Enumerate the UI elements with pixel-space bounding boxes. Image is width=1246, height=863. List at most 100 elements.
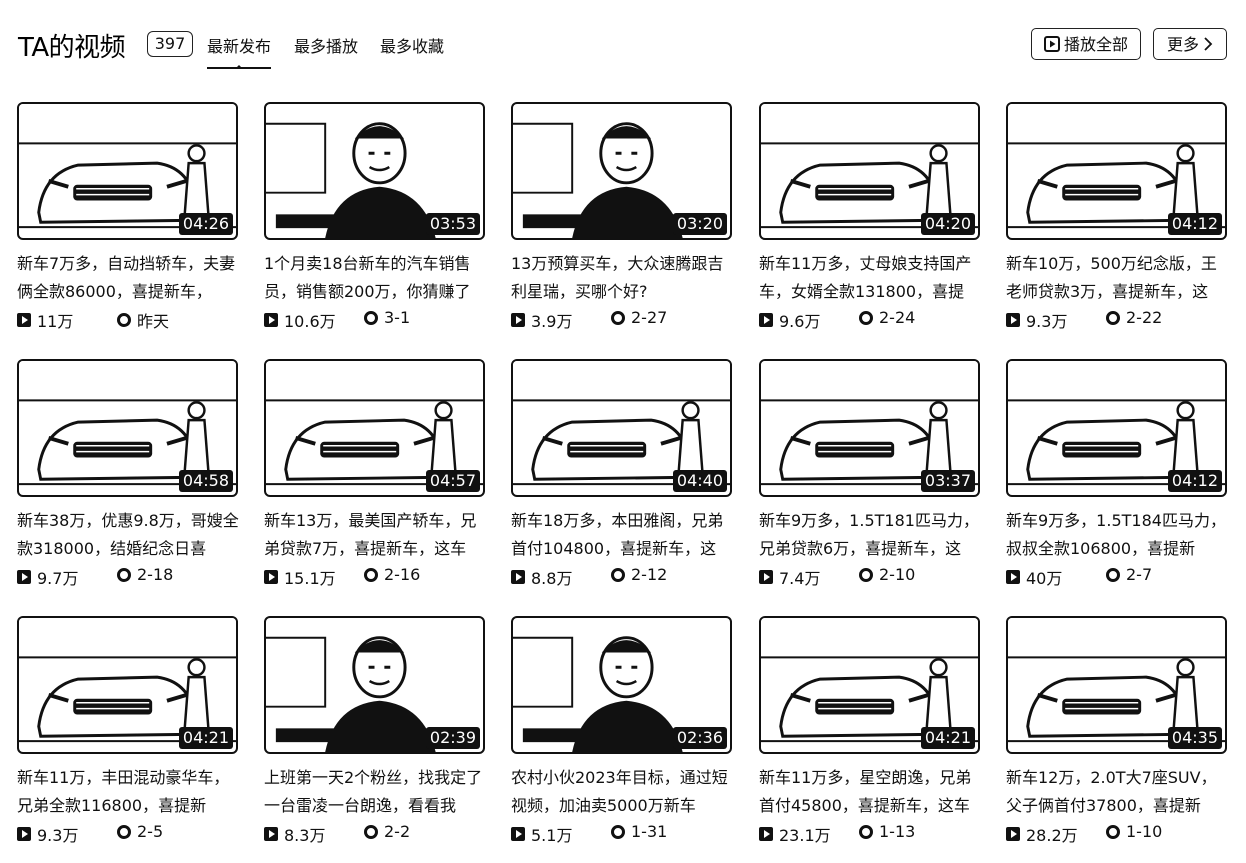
video-title[interactable]: 上班第一天2个粉丝，找我定了一台雷凌一台朗逸，看看我 xyxy=(264,764,486,820)
view-count-value: 9.6万 xyxy=(779,312,821,331)
video-duration: 04:20 xyxy=(920,213,975,235)
video-meta: 9.3万 2-5 xyxy=(17,822,239,846)
publish-date-value: 1-31 xyxy=(631,822,668,841)
video-duration: 02:36 xyxy=(672,727,727,749)
video-thumbnail[interactable]: 02:36 xyxy=(511,616,732,754)
video-card[interactable]: 04:12 新车9万多，1.5T184匹马力，叔叔全款106800，喜提新 40万 2… xyxy=(1006,359,1228,599)
play-count-icon xyxy=(264,313,278,327)
video-meta: 15.1万 2-16 xyxy=(264,565,486,588)
video-meta: 3.9万 2-27 xyxy=(511,308,733,331)
tab-most-played[interactable]: 最多播放 xyxy=(294,33,358,57)
video-card[interactable]: 03:20 13万预算买车，大众速腾跟吉利星瑞，买哪个好? 3.9万 2-27 xyxy=(511,102,733,342)
video-duration: 04:12 xyxy=(1167,470,1222,492)
video-meta: 23.1万 1-13 xyxy=(759,822,981,845)
view-count: 28.2万 xyxy=(1006,822,1078,846)
video-thumbnail[interactable]: 03:20 xyxy=(511,102,732,240)
video-thumbnail[interactable]: 04:12 xyxy=(1006,102,1227,240)
clock-icon xyxy=(117,824,131,839)
view-count: 40万 xyxy=(1006,565,1062,589)
video-card[interactable]: 04:58 新车38万，优惠9.8万，哥嫂全款318000，结婚纪念日喜 9.7万 2… xyxy=(17,359,239,599)
video-card[interactable]: 04:40 新车18万多，本田雅阁，兄弟首付104800，喜提新车，这 8.8万 2-… xyxy=(511,359,733,599)
video-card[interactable]: 04:21 新车11万多，星空朗逸，兄弟首付45800，喜提新车，这车 23.1万 1… xyxy=(759,616,981,856)
video-section-header: TA的视频 397 最新发布 最多播放 最多收藏 播放全部 更多 xyxy=(0,0,1246,90)
video-card[interactable]: 04:21 新车11万，丰田混动豪华车，兄弟全款116800，喜提新 9.3万 2-5 xyxy=(17,616,239,856)
video-title[interactable]: 农村小伙2023年目标，通过短视频，加油卖5000万新车 xyxy=(511,764,733,820)
view-count-value: 15.1万 xyxy=(284,569,336,588)
video-thumbnail[interactable]: 04:21 xyxy=(759,616,980,754)
publish-date-value: 2-22 xyxy=(1126,308,1163,327)
video-thumbnail[interactable]: 04:12 xyxy=(1006,359,1227,497)
view-count-value: 10.6万 xyxy=(284,312,336,331)
video-thumbnail[interactable]: 04:40 xyxy=(511,359,732,497)
video-title[interactable]: 新车11万多，丈母娘支持国产车，女婿全款131800，喜提 xyxy=(759,250,981,306)
video-card[interactable]: 04:12 新车10万，500万纪念版，王老师贷款3万，喜提新车，这 9.3万 2-2… xyxy=(1006,102,1228,342)
view-count-value: 8.8万 xyxy=(531,569,573,588)
video-thumbnail[interactable]: 02:39 xyxy=(264,616,485,754)
video-thumbnail[interactable]: 04:57 xyxy=(264,359,485,497)
video-title[interactable]: 1个月卖18台新车的汽车销售员，销售额200万，你猜赚了 xyxy=(264,250,486,306)
video-card[interactable]: 04:26 新车7万多，自动挡轿车，夫妻俩全款86000，喜提新车， 11万 昨天 xyxy=(17,102,239,342)
video-title[interactable]: 新车11万，丰田混动豪华车，兄弟全款116800，喜提新 xyxy=(17,764,239,820)
video-thumbnail[interactable]: 04:26 xyxy=(17,102,238,240)
video-duration: 04:58 xyxy=(178,470,233,492)
video-thumbnail[interactable]: 04:21 xyxy=(17,616,238,754)
play-count-icon xyxy=(511,570,525,584)
publish-date-value: 2-7 xyxy=(1126,565,1153,584)
more-button[interactable]: 更多 xyxy=(1153,28,1227,60)
video-duration: 04:40 xyxy=(672,470,727,492)
publish-date-value: 2-10 xyxy=(879,565,916,584)
video-title[interactable]: 13万预算买车，大众速腾跟吉利星瑞，买哪个好? xyxy=(511,250,733,306)
video-card[interactable]: 03:37 新车9万多，1.5T181匹马力，兄弟贷款6万，喜提新车，这 7.4万 2… xyxy=(759,359,981,599)
video-title[interactable]: 新车11万多，星空朗逸，兄弟首付45800，喜提新车，这车 xyxy=(759,764,981,820)
publish-date-value: 昨天 xyxy=(137,312,170,331)
video-thumbnail[interactable]: 04:35 xyxy=(1006,616,1227,754)
video-duration: 04:57 xyxy=(425,470,480,492)
view-count: 9.6万 xyxy=(759,308,820,332)
video-meta: 11万 昨天 xyxy=(17,308,239,331)
video-thumbnail[interactable]: 03:37 xyxy=(759,359,980,497)
video-card[interactable]: 03:53 1个月卖18台新车的汽车销售员，销售额200万，你猜赚了 10.6万 3-… xyxy=(264,102,486,342)
clock-icon xyxy=(364,824,378,839)
play-count-icon xyxy=(511,313,525,327)
video-title[interactable]: 新车9万多，1.5T181匹马力，兄弟贷款6万，喜提新车，这 xyxy=(759,507,981,563)
view-count-value: 7.4万 xyxy=(779,569,821,588)
publish-date: 1-10 xyxy=(1106,822,1162,841)
play-count-icon xyxy=(17,313,31,327)
video-meta: 8.3万 2-2 xyxy=(264,822,486,846)
video-title[interactable]: 新车38万，优惠9.8万，哥嫂全款318000，结婚纪念日喜 xyxy=(17,507,239,563)
video-card[interactable]: 02:36 农村小伙2023年目标，通过短视频，加油卖5000万新车 5.1万 1-3… xyxy=(511,616,733,856)
clock-icon xyxy=(1106,567,1120,582)
tab-most-favorited[interactable]: 最多收藏 xyxy=(380,33,444,57)
video-title[interactable]: 新车12万，2.0T大7座SUV，父子俩首付37800，喜提新 xyxy=(1006,764,1228,820)
view-count: 5.1万 xyxy=(511,822,572,846)
play-all-button[interactable]: 播放全部 xyxy=(1031,28,1141,60)
video-card[interactable]: 04:57 新车13万，最美国产轿车，兄弟贷款7万，喜提新车，这车 15.1万 2-1… xyxy=(264,359,486,599)
video-card[interactable]: 04:35 新车12万，2.0T大7座SUV，父子俩首付37800，喜提新 28.2… xyxy=(1006,616,1228,856)
video-duration: 03:37 xyxy=(920,470,975,492)
view-count: 9.3万 xyxy=(17,822,78,846)
play-count-icon xyxy=(264,570,278,584)
video-title[interactable]: 新车18万多，本田雅阁，兄弟首付104800，喜提新车，这 xyxy=(511,507,733,563)
tab-latest[interactable]: 最新发布 xyxy=(207,33,272,69)
video-title[interactable]: 新车13万，最美国产轿车，兄弟贷款7万，喜提新车，这车 xyxy=(264,507,486,563)
video-title[interactable]: 新车10万，500万纪念版，王老师贷款3万，喜提新车，这 xyxy=(1006,250,1228,306)
video-thumbnail[interactable]: 04:58 xyxy=(17,359,238,497)
publish-date-value: 3-1 xyxy=(384,308,411,327)
clock-icon xyxy=(859,310,873,325)
clock-icon xyxy=(117,313,131,327)
video-thumbnail[interactable]: 03:53 xyxy=(264,102,485,240)
video-duration: 04:21 xyxy=(178,727,233,749)
play-count-icon xyxy=(1006,827,1020,841)
publish-date-value: 2-5 xyxy=(137,822,164,841)
publish-date-value: 2-24 xyxy=(879,308,916,327)
video-title[interactable]: 新车7万多，自动挡轿车，夫妻俩全款86000，喜提新车， xyxy=(17,250,239,306)
video-card[interactable]: 04:20 新车11万多，丈母娘支持国产车，女婿全款131800，喜提 9.6万 2-… xyxy=(759,102,981,342)
clock-icon xyxy=(611,310,625,325)
clock-icon xyxy=(611,567,625,582)
clock-icon xyxy=(117,567,131,582)
video-card[interactable]: 02:39 上班第一天2个粉丝，找我定了一台雷凌一台朗逸，看看我 8.3万 2-2 xyxy=(264,616,486,856)
video-thumbnail[interactable]: 04:20 xyxy=(759,102,980,240)
view-count: 8.3万 xyxy=(264,822,325,846)
play-count-icon xyxy=(17,570,31,584)
video-title[interactable]: 新车9万多，1.5T184匹马力，叔叔全款106800，喜提新 xyxy=(1006,507,1228,563)
